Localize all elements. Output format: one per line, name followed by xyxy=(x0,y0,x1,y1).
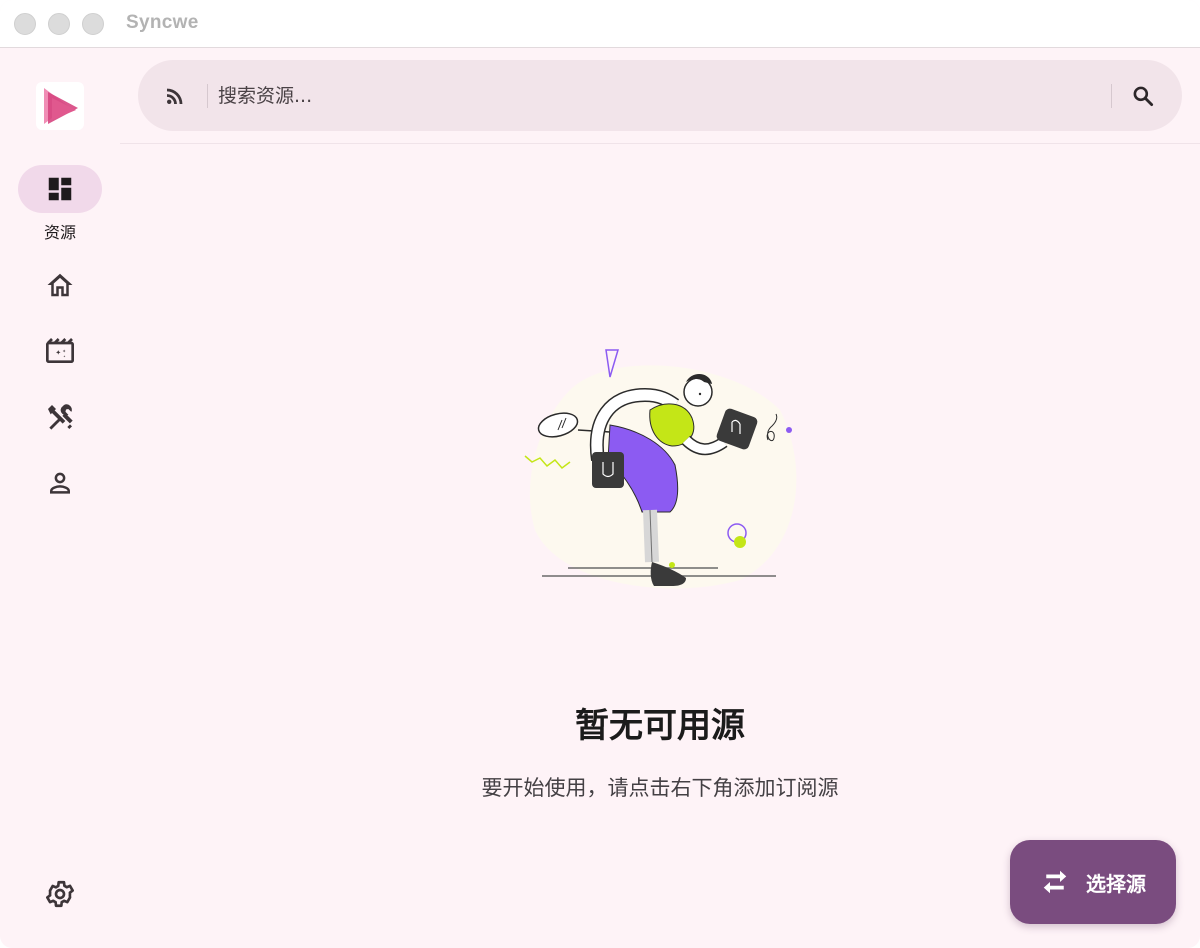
close-window-button[interactable] xyxy=(14,13,36,35)
sidebar-item-media[interactable] xyxy=(18,327,102,375)
rss-icon xyxy=(167,88,183,104)
movie-icon xyxy=(46,338,74,363)
select-source-button[interactable]: 选择源 xyxy=(1010,840,1176,924)
app-logo xyxy=(36,82,84,130)
settings-button[interactable] xyxy=(18,870,102,918)
search-bar xyxy=(138,60,1182,131)
content-divider xyxy=(120,143,1200,144)
empty-state-illustration xyxy=(500,330,820,600)
sidebar-item-resources[interactable]: 资源 xyxy=(18,165,102,243)
settings-icon xyxy=(46,880,74,908)
search-button[interactable] xyxy=(1124,77,1162,115)
minimize-window-button[interactable] xyxy=(48,13,70,35)
rss-button[interactable] xyxy=(156,77,194,115)
search-divider-left xyxy=(207,84,208,108)
search-input[interactable] xyxy=(218,78,1098,114)
home-icon xyxy=(47,273,73,297)
play-logo-icon xyxy=(44,88,78,124)
app-window: Syncwe 资源 搜索资源... 暂无可用源 要开始使用，请点击右下角添加订阅… xyxy=(0,0,1200,948)
title-bar: Syncwe xyxy=(0,0,1200,48)
search-icon xyxy=(1133,86,1154,107)
empty-state-subtitle: 要开始使用，请点击右下角添加订阅源 xyxy=(481,776,839,800)
nav-pill xyxy=(18,165,102,213)
sidebar: 资源 xyxy=(0,48,120,948)
person-icon xyxy=(50,472,70,494)
select-source-label: 选择源 xyxy=(1086,871,1146,896)
empty-state-title: 暂无可用源 xyxy=(575,706,745,746)
tools-icon xyxy=(48,404,73,430)
dashboard-icon xyxy=(48,177,72,201)
sidebar-item-tools[interactable] xyxy=(18,393,102,441)
swap-icon xyxy=(1043,870,1067,894)
sidebar-item-profile[interactable] xyxy=(18,459,102,507)
sidebar-item-label: 资源 xyxy=(43,223,76,242)
zoom-window-button[interactable] xyxy=(82,13,104,35)
app-title: Syncwe xyxy=(126,12,199,33)
search-divider-right xyxy=(1111,84,1112,108)
sidebar-item-home[interactable] xyxy=(18,261,102,309)
